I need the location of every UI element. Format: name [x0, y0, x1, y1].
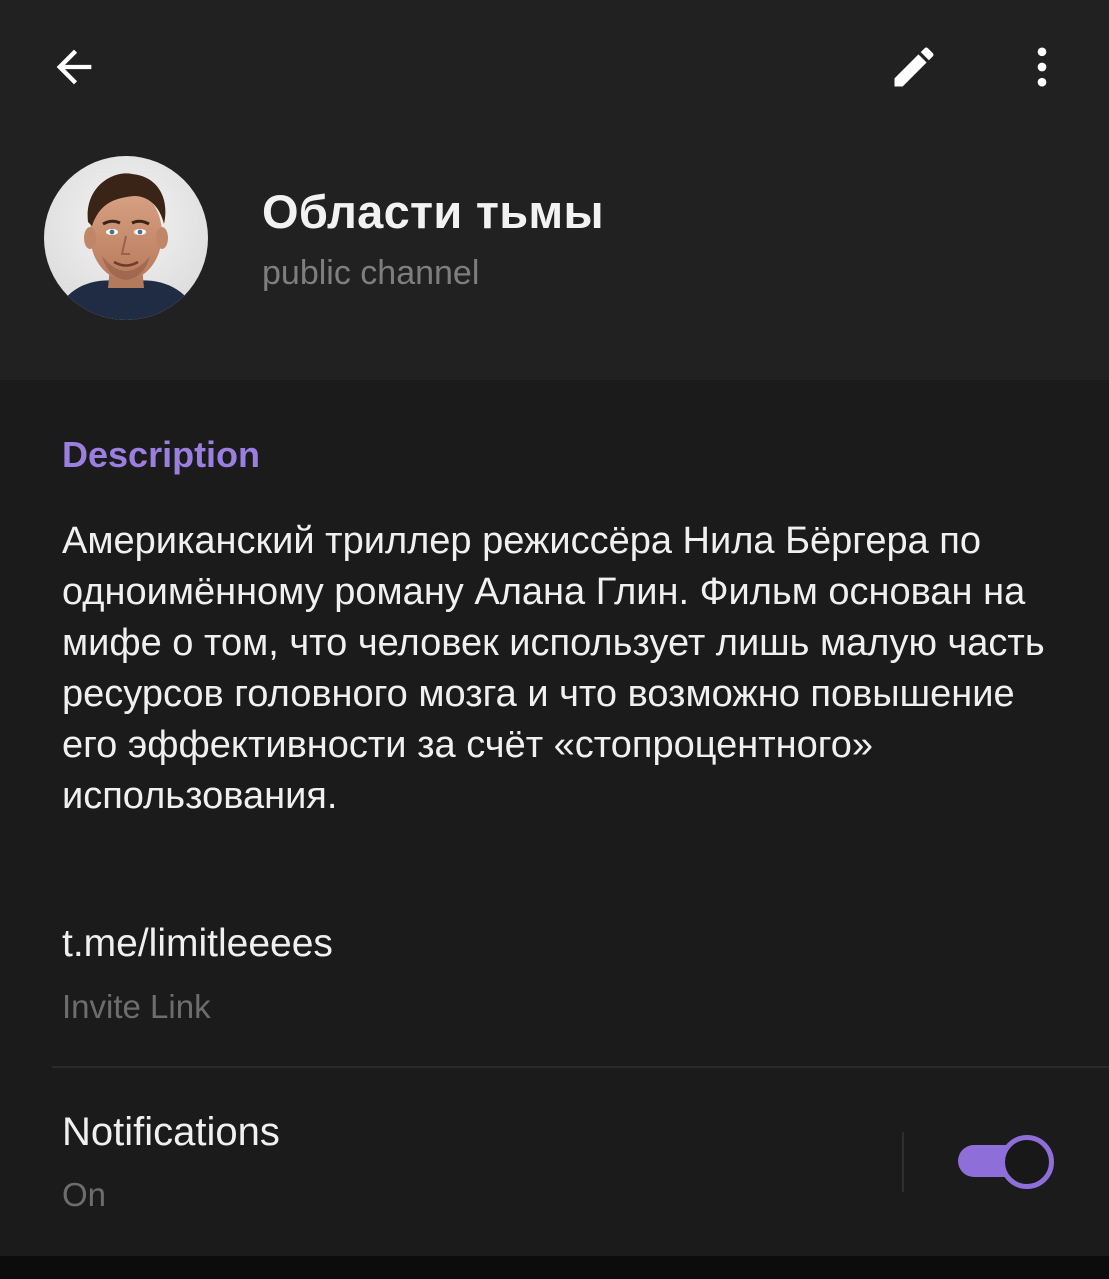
toggle-knob	[1000, 1135, 1054, 1189]
pencil-icon	[894, 47, 934, 87]
more-options-button[interactable]	[1006, 31, 1078, 103]
arrow-left-icon	[56, 49, 92, 85]
invite-link-caption: Invite Link	[62, 988, 211, 1025]
invite-link[interactable]: t.me/limitleeees	[62, 922, 333, 966]
back-button[interactable]	[38, 31, 110, 103]
notifications-status: On	[62, 1176, 107, 1213]
channel-avatar[interactable]	[44, 156, 208, 320]
description-text: Американский триллер режиссёра Нила Бёрг…	[62, 520, 1045, 817]
description-header: Description	[62, 434, 261, 475]
channel-info-screen: Области тьмы public channel Description …	[0, 0, 1109, 1279]
channel-title: Области тьмы	[262, 185, 604, 238]
edit-button[interactable]	[878, 31, 950, 103]
row-separator	[902, 1132, 904, 1192]
notifications-title: Notifications	[62, 1110, 280, 1154]
channel-type-label: public channel	[262, 254, 480, 292]
more-vertical-icon	[1037, 47, 1047, 87]
avatar-photo	[44, 156, 208, 320]
navigation-bar	[0, 1256, 1109, 1279]
notifications-row[interactable]	[0, 1068, 1109, 1256]
notifications-toggle[interactable]	[956, 1134, 1054, 1189]
